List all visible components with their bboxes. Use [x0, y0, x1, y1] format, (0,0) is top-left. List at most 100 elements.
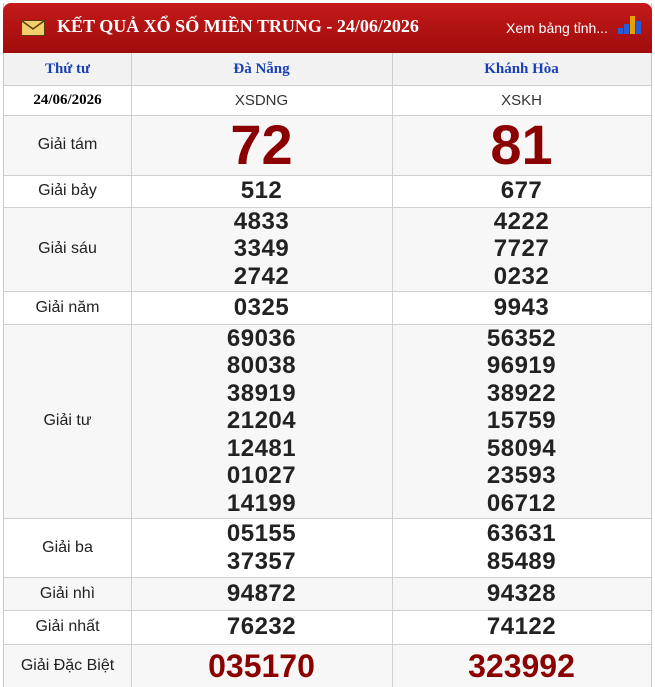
- prize-number: 94328: [486, 579, 557, 607]
- prize-numbers-cell: 4222 7727 0232: [392, 207, 651, 291]
- prize-number: 63631: [486, 520, 557, 547]
- prize-number: 15759: [486, 407, 557, 435]
- row-divider: [4, 115, 651, 116]
- bar-chart-icon[interactable]: [618, 16, 642, 34]
- prize-number: 4222: [493, 207, 550, 235]
- prize-number: 38922: [486, 379, 557, 407]
- prize-number: 58094: [486, 434, 557, 462]
- prize-number: 38919: [226, 379, 297, 407]
- prize-number: 37357: [226, 547, 297, 575]
- prize-label-cell: Giải ba: [4, 518, 131, 577]
- row-divider: [4, 207, 651, 208]
- prize-numbers-cell: 94872: [131, 577, 392, 610]
- prize-number: 06712: [486, 489, 557, 517]
- prize-number: 21204: [226, 407, 297, 435]
- prize-label-cell: Giải nhất: [4, 610, 131, 644]
- prize-number: 80038: [226, 352, 297, 380]
- province-code: XSDNG: [234, 91, 289, 109]
- day-label: Thứ tư: [44, 60, 91, 77]
- prize-number: 69036: [226, 324, 297, 352]
- prize-number: 96919: [486, 352, 557, 380]
- prize-number: 85489: [486, 547, 557, 575]
- prize-number: 72: [230, 113, 293, 176]
- province-name: Đà Nẵng: [233, 60, 290, 77]
- prize-numbers-cell: 4833 3349 2742: [131, 207, 392, 291]
- row-divider: [4, 577, 651, 578]
- province-code: XSKH: [501, 91, 542, 109]
- draw-date: 24/06/2026: [33, 91, 102, 108]
- page-title: KẾT QUẢ XỔ SỐ MIỀN TRUNG - 24/06/2026: [57, 16, 419, 36]
- prize-numbers-cell: 323992: [392, 644, 651, 687]
- prize-label: Giải bảy: [38, 182, 97, 199]
- draw-date-cell: 24/06/2026: [4, 85, 131, 115]
- column-divider: [131, 53, 132, 687]
- row-divider: [4, 644, 651, 645]
- prize-number: 035170: [208, 647, 315, 684]
- prize-numbers-cell: 512: [131, 175, 392, 207]
- prize-numbers-cell: 94328: [392, 577, 651, 610]
- prize-numbers-cell: 05155 37357: [131, 518, 392, 577]
- prize-label: Giải nhất: [35, 618, 100, 635]
- prize-numbers-cell: 74122: [392, 610, 651, 644]
- day-header: Thứ tư: [4, 53, 131, 85]
- row-divider: [4, 610, 651, 611]
- prize-number: 23593: [486, 462, 557, 490]
- prize-number: 323992: [468, 647, 575, 684]
- prize-numbers-cell: 63631 85489: [392, 518, 651, 577]
- prize-number: 74122: [486, 613, 557, 641]
- prize-numbers-cell: 69036 80038 38919 21204 12481 01027 14199: [131, 324, 392, 518]
- prize-numbers-cell: 035170: [131, 644, 392, 687]
- prize-number: 4833: [233, 207, 290, 235]
- prize-label-cell: Giải năm: [4, 291, 131, 324]
- prize-number: 677: [500, 177, 543, 205]
- province-header[interactable]: Khánh Hòa: [392, 53, 651, 85]
- prize-label-cell: Giải tám: [4, 115, 131, 175]
- envelope-flap-icon: [21, 20, 45, 30]
- prize-label: Giải tám: [37, 136, 98, 153]
- row-divider: [4, 518, 651, 519]
- prize-numbers-cell: 76232: [131, 610, 392, 644]
- prize-numbers-cell: 9943: [392, 291, 651, 324]
- row-divider: [4, 85, 651, 86]
- prize-number: 56352: [486, 324, 557, 352]
- prize-number: 3349: [233, 235, 290, 263]
- prize-number: 14199: [226, 489, 297, 517]
- prize-number: 05155: [226, 520, 297, 547]
- prize-numbers-cell: 677: [392, 175, 651, 207]
- prize-label-cell: Giải bảy: [4, 175, 131, 207]
- row-divider: [4, 291, 651, 292]
- prize-label-cell: Giải Đặc Biệt: [4, 644, 131, 687]
- prize-label: Giải sáu: [38, 240, 97, 257]
- prize-label: Giải Đặc Biệt: [20, 656, 115, 674]
- prize-number: 7727: [493, 235, 550, 263]
- province-code-cell[interactable]: XSDNG: [131, 85, 392, 115]
- view-provinces-link[interactable]: Xem bảng tỉnh...: [506, 20, 608, 36]
- prize-number: 94872: [226, 579, 297, 607]
- prize-label-cell: Giải sáu: [4, 207, 131, 291]
- prize-label: Giải ba: [42, 538, 93, 556]
- prize-number: 0232: [493, 262, 550, 290]
- prize-number: 512: [240, 177, 283, 205]
- prize-number: 76232: [226, 613, 297, 641]
- prize-number: 2742: [233, 262, 290, 290]
- prize-number: 81: [490, 113, 553, 176]
- prize-label-cell: Giải nhì: [4, 577, 131, 610]
- province-name: Khánh Hòa: [484, 60, 559, 77]
- prize-numbers-cell: 81: [392, 115, 651, 175]
- row-divider: [4, 324, 651, 325]
- province-header[interactable]: Đà Nẵng: [131, 53, 392, 85]
- prize-number: 01027: [226, 462, 297, 490]
- prize-number: 0325: [233, 293, 290, 321]
- row-divider: [4, 175, 651, 176]
- prize-number: 12481: [226, 434, 297, 462]
- prize-label: Giải năm: [35, 298, 100, 316]
- column-divider: [392, 53, 393, 687]
- prize-numbers-cell: 56352 96919 38922 15759 58094 23593 06712: [392, 324, 651, 518]
- prize-number: 9943: [493, 293, 550, 321]
- prize-label: Giải nhì: [39, 584, 96, 602]
- prize-label: Giải tư: [43, 412, 92, 429]
- prize-numbers-cell: 0325: [131, 291, 392, 324]
- prize-numbers-cell: 72: [131, 115, 392, 175]
- province-code-cell[interactable]: XSKH: [392, 85, 651, 115]
- prize-label-cell: Giải tư: [4, 324, 131, 518]
